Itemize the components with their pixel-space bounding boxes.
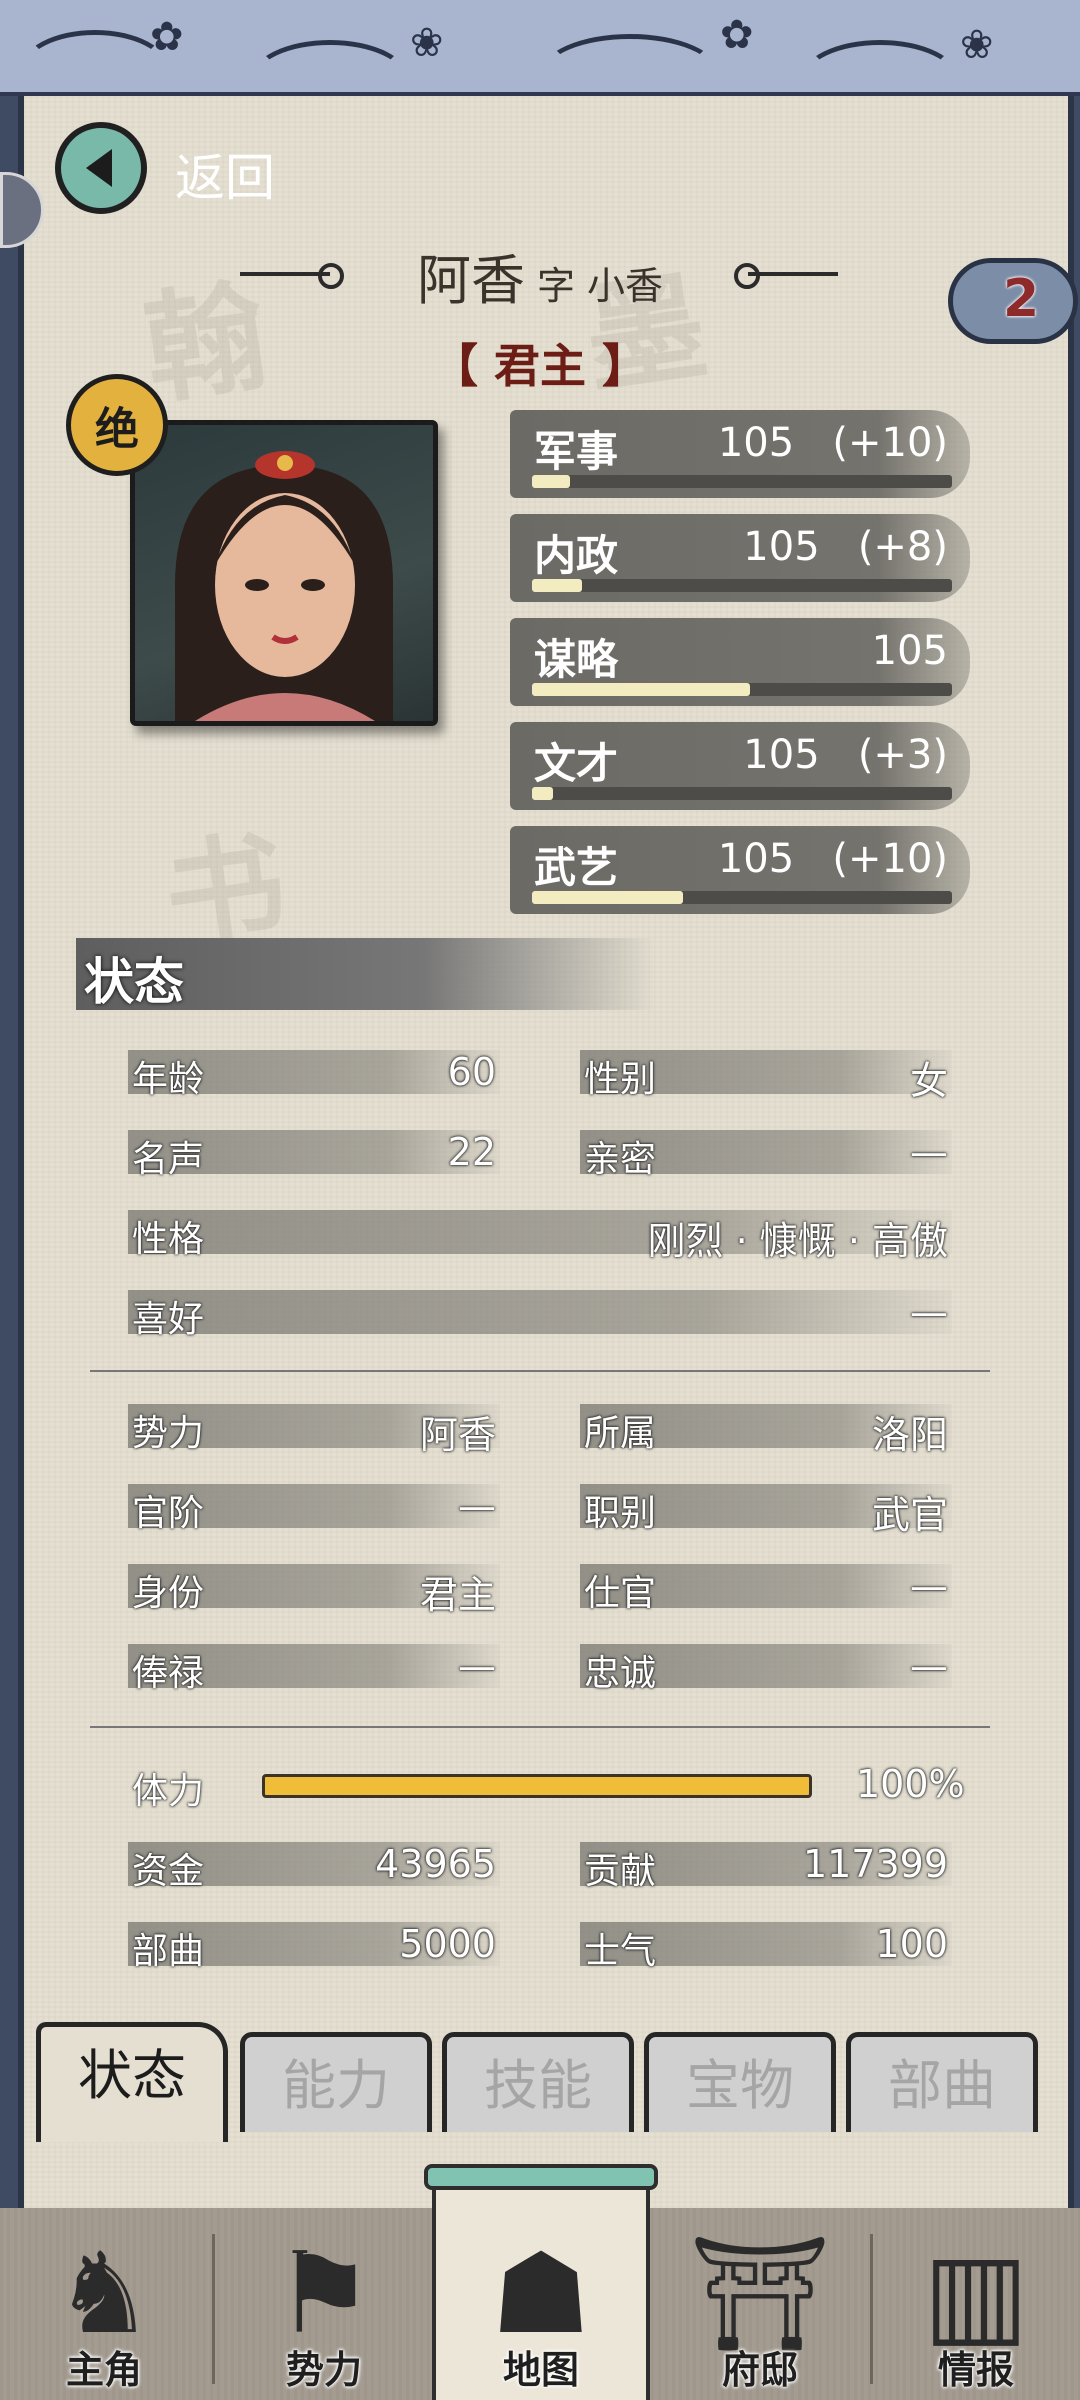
flower-ornament-icon: ❀ (960, 22, 994, 68)
attribute-bonus: (+3) (857, 732, 948, 778)
info-row-location: 所属 洛阳 (580, 1404, 952, 1457)
attribute-bar-fill (532, 891, 684, 904)
flag-icon: ⚑ (273, 2229, 375, 2359)
info-row-hobby: 喜好 — (128, 1290, 952, 1340)
courtesy-name: 字 小香 (536, 264, 664, 308)
attribute-bar-track (532, 475, 952, 488)
section-divider (90, 1370, 990, 1372)
attribute-bar-fill (532, 579, 583, 592)
character-name-row: 阿香字 小香 (0, 236, 1080, 315)
flower-ornament-icon: ❀ (410, 20, 444, 66)
character-title: 【 君主 】 (431, 339, 649, 393)
info-row-contribution: 贡献 117399 (580, 1842, 952, 1892)
nav-separator (212, 2234, 215, 2384)
nav-mansion[interactable]: ⛩ 府邸 (660, 2208, 860, 2400)
character-portrait[interactable] (130, 420, 438, 726)
nav-separator (870, 2234, 873, 2384)
attribute-bonus: (+10) (832, 836, 948, 882)
attribute-value: 105 (717, 836, 795, 882)
nav-map-scroll-cap (424, 2164, 658, 2190)
back-arrow-icon (55, 122, 147, 214)
back-label: 返回 (175, 149, 275, 207)
tab-ability[interactable]: 能力 (240, 2032, 432, 2132)
info-row-post: 职别 武官 (580, 1484, 952, 1537)
back-button[interactable]: 返回 (55, 122, 375, 214)
attribute-value: 105 (871, 628, 948, 674)
attribute-bar-fill (532, 787, 553, 800)
attribute-bar-fill (532, 683, 751, 696)
attribute-value: 105 (717, 420, 795, 466)
info-row-salary: 俸禄 — (128, 1644, 500, 1694)
stamina-label: 体力 (132, 1771, 205, 1812)
info-row-troops: 部曲 5000 (128, 1922, 500, 1972)
attribute-bar-track (532, 579, 952, 592)
attribute-bar-track (532, 683, 952, 696)
cloud-badge-count: 2 (1003, 269, 1040, 329)
scroll-icon: ▥ (923, 2229, 1029, 2359)
cloud-notification-badge[interactable]: 2 (948, 258, 1078, 344)
info-row-personality: 性格 刚烈 · 慷慨 · 高傲 (128, 1210, 952, 1263)
tab-skills[interactable]: 技能 (442, 2032, 634, 2132)
stamina-value: 100% (856, 1762, 965, 1806)
mansion-icon: ⛩ (688, 2229, 832, 2359)
nav-intel[interactable]: ▥ 情报 (876, 2208, 1076, 2400)
info-row-gender: 性别女 (580, 1050, 952, 1103)
attribute-bar-track (532, 891, 952, 904)
attribute-martial: 武艺 105 (+10) (510, 826, 970, 914)
info-row-intimacy: 亲密 — (580, 1130, 952, 1180)
map-icon: ☗ (490, 2229, 592, 2359)
attribute-bar-track (532, 787, 952, 800)
attribute-bar-fill (532, 475, 570, 488)
top-decorative-banner: ✿ ❀ ✿ ❀ (0, 0, 1080, 96)
nav-map[interactable]: ☗ 地图 (441, 2208, 641, 2400)
attribute-politics: 内政 105 (+8) (510, 514, 970, 602)
info-row-fame: 名声 22 (128, 1130, 500, 1180)
attribute-bonus: (+8) (857, 524, 948, 570)
tab-status[interactable]: 状态 (36, 2022, 228, 2142)
stamina-bar (262, 1774, 812, 1798)
grade-badge: 绝 (66, 374, 168, 476)
info-row-morale: 士气 100 (580, 1922, 952, 1972)
attribute-military: 军事 105 (+10) (510, 410, 970, 498)
info-row-age: 年龄 60 (128, 1050, 500, 1100)
nav-protagonist[interactable]: ♞ 主角 (4, 2208, 204, 2400)
info-row-rank: 官阶 — (128, 1484, 500, 1534)
attribute-bonus: (+10) (832, 420, 948, 466)
info-row-office: 仕官 — (580, 1564, 952, 1614)
flower-ornament-icon: ✿ (720, 12, 754, 58)
attribute-literacy: 文才 105 (+3) (510, 722, 970, 810)
warrior-icon: ♞ (53, 2229, 155, 2359)
nav-faction[interactable]: ⚑ 势力 (224, 2208, 424, 2400)
character-name: 阿香 (416, 249, 525, 312)
section-title: 状态 (84, 953, 184, 1011)
tab-troops[interactable]: 部曲 (846, 2032, 1038, 2132)
info-row-funds: 资金 43965 (128, 1842, 500, 1892)
attribute-value: 105 (743, 524, 820, 570)
attribute-value: 105 (743, 732, 820, 778)
attribute-strategy: 谋略 105 (510, 618, 970, 706)
section-divider (90, 1726, 990, 1728)
info-row-faction: 势力 阿香 (128, 1404, 500, 1457)
tab-treasures[interactable]: 宝物 (644, 2032, 836, 2132)
info-row-loyalty: 忠诚 — (580, 1644, 952, 1694)
info-row-identity: 身份 君主 (128, 1564, 500, 1617)
status-section-header: 状态 (76, 938, 656, 1011)
